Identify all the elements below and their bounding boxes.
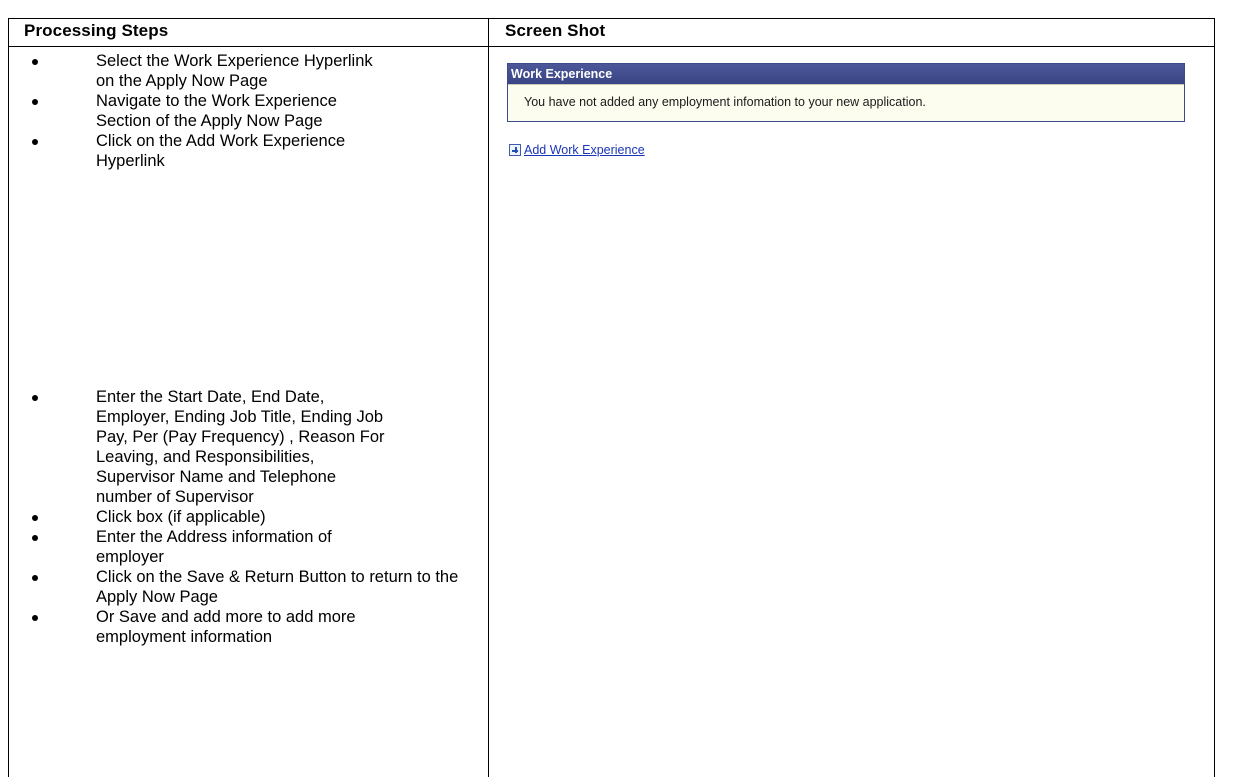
table-column-divider [488, 18, 489, 777]
bullet-icon [32, 575, 38, 581]
list-item: Click on the Save & Return Button to ret… [0, 567, 488, 607]
step-text: Click box (if applicable) [96, 508, 266, 526]
list-item: Click box (if applicable) [0, 507, 488, 527]
step-text: Navigate to the Work Experience Section … [96, 92, 337, 130]
steps-list-entry: Enter the Start Date, End Date, Employer… [0, 387, 488, 647]
bullet-icon [32, 615, 38, 621]
steps-list-navigation: Select the Work Experience Hyperlink on … [0, 51, 488, 171]
step-text: Enter the Address information of employe… [96, 528, 332, 566]
list-item: Enter the Address information of employe… [0, 527, 488, 567]
bullet-icon [32, 59, 38, 65]
add-work-experience-label[interactable]: Add Work Experience [524, 143, 645, 157]
list-item: Select the Work Experience Hyperlink on … [0, 51, 488, 91]
screen-shot-header: Screen Shot [505, 21, 606, 40]
empty-state-message: You have not added any employment infoma… [524, 95, 926, 109]
add-work-experience-link[interactable]: Add Work Experience [509, 143, 645, 157]
step-text: Select the Work Experience Hyperlink on … [96, 52, 373, 90]
bullet-icon [32, 139, 38, 145]
step-text: Click on the Add Work Experience Hyperli… [96, 132, 346, 170]
processing-steps-header: Processing Steps [24, 21, 169, 40]
work-experience-panel: Work Experience You have not added any e… [507, 63, 1185, 122]
list-item: Enter the Start Date, End Date, Employer… [0, 387, 488, 507]
table-right-border [1214, 18, 1215, 777]
bullet-icon [32, 535, 38, 541]
step-text: Click on the Save & Return Button to ret… [96, 568, 459, 606]
bullet-icon [32, 515, 38, 521]
bullet-icon [32, 395, 38, 401]
step-text: Enter the Start Date, End Date, Employer… [96, 388, 385, 506]
bullet-icon [32, 99, 38, 105]
work-experience-panel-title: Work Experience [508, 64, 1184, 84]
list-item: Click on the Add Work Experience Hyperli… [0, 131, 488, 171]
table-top-border [8, 18, 1215, 19]
plus-icon[interactable] [509, 144, 521, 156]
table-header-border [8, 46, 1215, 47]
list-item: Navigate to the Work Experience Section … [0, 91, 488, 131]
step-text: Or Save and add more to add more employm… [96, 608, 356, 646]
work-experience-panel-body: You have not added any employment infoma… [508, 84, 1184, 121]
list-item: Or Save and add more to add more employm… [0, 607, 488, 647]
